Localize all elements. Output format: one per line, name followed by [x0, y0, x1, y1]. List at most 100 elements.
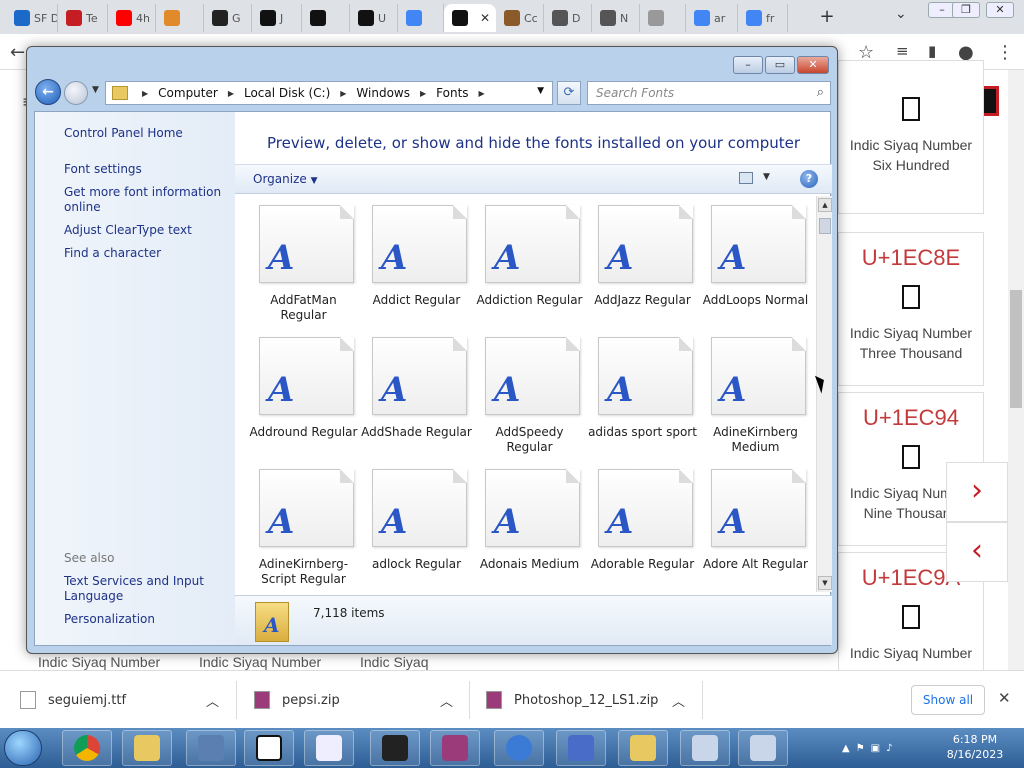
browser-tab[interactable]: fr — [738, 4, 788, 32]
browser-tab[interactable] — [302, 4, 350, 32]
chevron-right-icon[interactable]: ▶ — [479, 89, 485, 98]
notepad-task-button[interactable] — [304, 730, 354, 766]
flag-icon[interactable]: ⚑ — [856, 743, 865, 754]
close-shelf-icon[interactable]: ✕ — [998, 689, 1011, 707]
cleartype-link[interactable]: Adjust ClearType text — [64, 223, 192, 238]
character-card[interactable]: U+1EC8E Indic Siyaq Number Three Thousand — [838, 232, 984, 386]
font-file-item[interactable]: Aadidas sport sport — [586, 333, 699, 463]
minimize-button[interactable]: – — [733, 56, 763, 74]
fonts-scrollbar[interactable]: ▲ ▼ — [816, 196, 832, 592]
browser-tab[interactable]: D — [544, 4, 592, 32]
browser-tab[interactable]: G — [204, 4, 252, 32]
search-icon[interactable]: ⌕ — [817, 82, 824, 104]
tab-search-button[interactable]: ⌄ — [895, 6, 907, 22]
browser-tab[interactable]: 4h — [108, 4, 156, 32]
forward-button[interactable] — [64, 81, 88, 105]
window-title-bar[interactable]: – ▭ ✕ — [27, 47, 837, 77]
search-input[interactable]: Search Fonts ⌕ — [587, 81, 831, 105]
help-icon[interactable]: ? — [800, 170, 818, 188]
breadcrumb-fonts[interactable]: Fonts — [436, 86, 468, 100]
scroll-up-icon[interactable]: ▲ — [818, 198, 832, 212]
chevron-right-icon[interactable]: ▶ — [340, 89, 346, 98]
font-file-item[interactable]: A AddJazz Regular — [586, 201, 699, 331]
scroll-down-icon[interactable]: ▼ — [818, 576, 832, 590]
breadcrumb-local-disk[interactable]: Local Disk (C:) — [244, 86, 330, 100]
browser-tab[interactable] — [640, 4, 686, 32]
chevron-right-icon[interactable]: ▶ — [420, 89, 426, 98]
font-file-item[interactable]: A Addiction Regular — [473, 201, 586, 331]
font-file-item[interactable]: A AddFatMan Regular — [247, 201, 360, 331]
new-tab-button[interactable]: + — [816, 6, 838, 28]
breadcrumb-windows[interactable]: Windows — [356, 86, 410, 100]
breadcrumb-computer[interactable]: Computer — [158, 86, 218, 100]
prev-arrow-button[interactable]: ‹ — [946, 522, 1008, 582]
browser-tab[interactable]: N — [592, 4, 640, 32]
download-item[interactable]: pepsi.zip — [254, 689, 340, 711]
network-task-button[interactable] — [186, 730, 236, 766]
browser-tab[interactable]: ✕ — [444, 4, 496, 32]
download-item[interactable]: seguiemj.ttf — [20, 689, 126, 711]
show-hidden-icons[interactable]: ▲ — [842, 743, 850, 754]
font-file-item[interactable]: A AddShade Regular — [360, 333, 473, 463]
download-options-icon[interactable]: ︿ — [440, 689, 453, 711]
close-button[interactable]: ✕ — [797, 56, 829, 74]
back-button[interactable]: ← — [35, 79, 61, 105]
show-all-button[interactable]: Show all — [911, 685, 985, 715]
change-view-icon[interactable] — [739, 172, 753, 184]
browser-restore-button[interactable]: ❐ — [952, 2, 980, 18]
clock[interactable]: 6:18 PM 8/16/2023 — [940, 732, 1010, 762]
maximize-button[interactable]: ▭ — [765, 56, 795, 74]
browser-tab[interactable]: U — [350, 4, 398, 32]
7zip-task-button[interactable] — [244, 730, 294, 766]
font-file-item[interactable]: Aadlock Regular — [360, 465, 473, 595]
chrome-task-button[interactable] — [62, 730, 112, 766]
font-file-item[interactable]: A Addict Regular — [360, 201, 473, 331]
font-file-item[interactable]: A Adonais Medium — [473, 465, 586, 595]
explorer-task-button[interactable] — [122, 730, 172, 766]
close-tab-icon[interactable]: ✕ — [480, 11, 490, 25]
app-task-button[interactable] — [556, 730, 606, 766]
menu-dots-icon[interactable]: ⋮ — [996, 42, 1014, 63]
browser-tab[interactable]: Te — [58, 4, 108, 32]
qbittorrent-task-button[interactable] — [494, 730, 544, 766]
chevron-right-icon[interactable]: ▶ — [142, 89, 148, 98]
reading-list-icon[interactable]: ≡ — [896, 42, 909, 60]
font-file-item[interactable]: A AddSpeedy Regular — [473, 333, 586, 463]
font-settings-link[interactable]: Font settings — [64, 162, 142, 177]
fonts-folder-task-button[interactable] — [618, 730, 668, 766]
view-dropdown-icon[interactable]: ▼ — [763, 172, 770, 182]
download-options-icon[interactable]: ︿ — [672, 689, 685, 711]
address-bar[interactable]: ▶ Computer ▶ Local Disk (C:) ▶ Windows ▶… — [105, 81, 553, 105]
next-arrow-button[interactable]: › — [946, 462, 1008, 522]
browser-tab[interactable]: ar — [686, 4, 738, 32]
network-icon[interactable]: ▣ — [871, 743, 880, 754]
page-scroll-thumb[interactable] — [1010, 290, 1022, 408]
organize-button[interactable]: Organize ▼ — [253, 172, 318, 186]
side-panel-icon[interactable]: ▮ — [928, 42, 936, 60]
browser-tab[interactable]: SF D — [6, 4, 58, 32]
personalization-link[interactable]: Personalization — [64, 612, 155, 627]
winrar-task-button[interactable] — [430, 730, 480, 766]
browser-tab[interactable]: Cc — [496, 4, 544, 32]
font-file-item[interactable]: A AddLoops Normal — [699, 201, 812, 331]
address-dropdown-icon[interactable]: ▼ — [537, 86, 544, 96]
font-viewer-task-button[interactable] — [680, 730, 730, 766]
chevron-right-icon[interactable]: ▶ — [228, 89, 234, 98]
cat-app-task-button[interactable] — [370, 730, 420, 766]
more-font-info-link[interactable]: Get more font information online — [64, 185, 224, 215]
font-file-item[interactable]: A Adore Alt Regular — [699, 465, 812, 595]
browser-close-button[interactable]: ✕ — [986, 2, 1014, 18]
volume-icon[interactable]: ♪ — [886, 743, 892, 754]
refresh-button[interactable]: ⟳ — [557, 81, 581, 105]
character-card[interactable]: Indic Siyaq Number Six Hundred — [838, 60, 984, 214]
page-scrollbar[interactable] — [1008, 70, 1024, 670]
font-task-button[interactable] — [738, 730, 788, 766]
control-panel-home-link[interactable]: Control Panel Home — [64, 126, 183, 141]
back-arrow-icon[interactable]: ← — [10, 42, 25, 63]
font-file-item[interactable]: A Addround Regular — [247, 333, 360, 463]
download-options-icon[interactable]: ︿ — [206, 689, 219, 711]
text-services-link[interactable]: Text Services and Input Language — [64, 574, 214, 604]
browser-tab[interactable] — [398, 4, 444, 32]
download-item[interactable]: Photoshop_12_LS1.zip — [486, 689, 658, 711]
font-file-item[interactable]: A Adorable Regular — [586, 465, 699, 595]
